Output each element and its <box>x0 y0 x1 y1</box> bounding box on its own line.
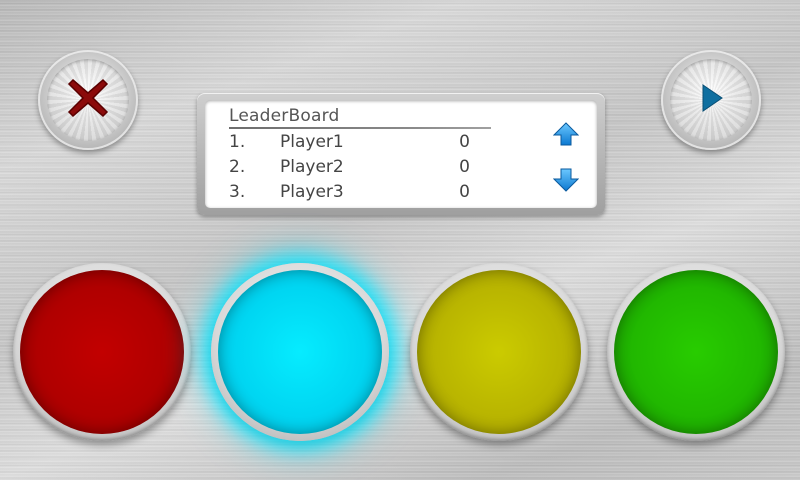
leaderboard-row: 1. Player1 0 <box>205 131 597 153</box>
yellow-color-pad <box>417 270 581 434</box>
close-icon <box>64 74 112 126</box>
arrow-down-icon <box>552 167 580 197</box>
leaderboard-score: 0 <box>459 132 470 152</box>
leaderboard-frame: LeaderBoard 1. Player1 0 2. Player2 0 3.… <box>197 93 605 215</box>
leaderboard-rank: 3. <box>229 182 246 202</box>
leaderboard-score: 0 <box>459 157 470 177</box>
leaderboard-player-name: Player3 <box>280 182 344 202</box>
leaderboard-title: LeaderBoard <box>229 106 340 126</box>
play-button[interactable] <box>661 50 761 150</box>
play-icon <box>696 81 726 119</box>
leaderboard-row: 2. Player2 0 <box>205 156 597 178</box>
leaderboard-title-underline <box>229 127 491 129</box>
cyan-color-button[interactable] <box>211 263 389 441</box>
cyan-color-pad <box>218 270 382 434</box>
close-button[interactable] <box>38 50 138 150</box>
green-color-pad <box>614 270 778 434</box>
yellow-color-button[interactable] <box>410 263 588 441</box>
leaderboard-row: 3. Player3 0 <box>205 181 597 203</box>
leaderboard-rank: 1. <box>229 132 246 152</box>
scroll-down-button[interactable] <box>552 168 580 196</box>
leaderboard-player-name: Player2 <box>280 157 344 177</box>
red-color-pad <box>20 270 184 434</box>
leaderboard-panel: LeaderBoard 1. Player1 0 2. Player2 0 3.… <box>205 100 597 208</box>
green-color-button[interactable] <box>607 263 785 441</box>
leaderboard-player-name: Player1 <box>280 132 344 152</box>
red-color-button[interactable] <box>13 263 191 441</box>
leaderboard-rank: 2. <box>229 157 246 177</box>
arrow-up-icon <box>552 121 580 151</box>
leaderboard-score: 0 <box>459 182 470 202</box>
scroll-up-button[interactable] <box>552 122 580 150</box>
